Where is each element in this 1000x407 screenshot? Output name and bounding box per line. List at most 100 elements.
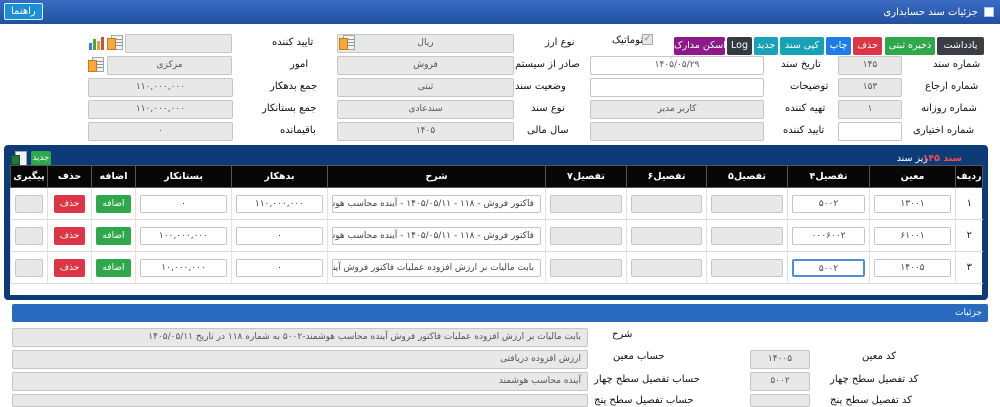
doctype-field[interactable]: سندعادی: [337, 100, 514, 119]
debit-input[interactable]: ۰: [236, 258, 323, 277]
help-button[interactable]: راهنما: [4, 3, 43, 20]
automatic-label: اتوماتیک: [612, 35, 646, 46]
t5-acc-field: [12, 394, 588, 407]
t4-code-field: ۵۰۰۲: [750, 372, 810, 391]
debit-input[interactable]: ۱۱۰,۰۰۰,۰۰۰: [236, 194, 323, 213]
window-title: جزئیات سند حسابداری: [883, 6, 978, 18]
t7-input[interactable]: [550, 194, 622, 213]
subdoc-panel: ریز سند سند ۱۴۵ جدید ردیف معین تفصیل۴ تف…: [4, 145, 988, 300]
copy-doc-button[interactable]: کپی سند: [780, 37, 824, 55]
col-t6-header: تفصیل۶: [626, 165, 707, 188]
col-credit-header: بستانکار: [135, 165, 232, 188]
details-sharh-label: شرح: [612, 329, 633, 340]
row-number: ۱: [955, 187, 983, 220]
col-moein-header: معین: [869, 165, 956, 188]
details-header: جزئیات: [12, 304, 988, 322]
delete-button[interactable]: حذف: [853, 37, 882, 55]
debit-input[interactable]: ۰: [236, 226, 323, 245]
t5-input[interactable]: [711, 194, 783, 213]
t6-input[interactable]: [631, 226, 702, 245]
credit-input[interactable]: ۱۰۰,۰۰۰,۰۰۰: [140, 226, 227, 245]
delete-row-button[interactable]: حذف: [53, 226, 86, 245]
status-field: ثبتی: [337, 78, 514, 97]
lookup-icon[interactable]: [88, 57, 106, 74]
affairs-label: امور: [290, 59, 309, 70]
delete-row-button[interactable]: حذف: [53, 258, 86, 277]
approver-label: تایید کننده: [783, 125, 825, 136]
moein-code-field: ۱۴۰۰۵: [750, 350, 810, 369]
daily-no-field[interactable]: ۱: [838, 100, 902, 119]
add-row-button[interactable]: اضافه: [96, 226, 131, 245]
followup-input[interactable]: [15, 258, 43, 277]
t5-code-label: کد تفصیل سطح پنج: [830, 395, 912, 406]
ref-no-label: شماره ارجاع: [925, 81, 979, 92]
automatic-checkbox[interactable]: ✓: [642, 34, 653, 45]
grid-container: ردیف معین تفصیل۴ تفصیل۵ تفصیل۶ تفصیل۷ شر…: [10, 165, 983, 295]
col-desc-header: شرح: [327, 165, 546, 188]
approver-field: [590, 122, 764, 141]
col-t5-header: تفصیل۵: [706, 165, 788, 188]
print-button[interactable]: چاپ: [826, 37, 851, 55]
t6-input[interactable]: [631, 258, 702, 277]
fiscal-label: سال مالی: [527, 125, 569, 136]
t4-code-label: کد تفصیل سطح چهار: [830, 374, 919, 385]
chart-report-icon[interactable]: [88, 34, 106, 51]
new-button[interactable]: جدید: [754, 37, 778, 55]
fiscal-field[interactable]: ۱۴۰۵: [337, 122, 514, 141]
debit-total-label: جمع بدهکار: [270, 81, 318, 92]
row-number: ۲: [955, 219, 983, 252]
save-final-button[interactable]: ذخیره ثبتی: [885, 37, 935, 55]
t4-input[interactable]: ۰۰۰۶۰۰۲: [792, 226, 865, 245]
table-row: ۱ ۱۳۰۰۱ ۵۰۰۲ فاکتور فروش - ۱۱۸ - ۱۴۰۵/۰۵…: [10, 187, 983, 220]
t7-input[interactable]: [550, 226, 622, 245]
affairs-field[interactable]: مرکزی: [107, 56, 232, 75]
add-row-button[interactable]: اضافه: [96, 194, 131, 213]
t6-input[interactable]: [631, 194, 702, 213]
lookup-icon[interactable]: [107, 35, 125, 52]
moein-input[interactable]: ۱۴۰۰۵: [874, 258, 951, 277]
add-row-button[interactable]: اضافه: [96, 258, 131, 277]
t5-input[interactable]: [711, 258, 783, 277]
credit-input[interactable]: ۱۰,۰۰۰,۰۰۰: [140, 258, 227, 277]
currency-label: نوع ارز: [545, 37, 575, 48]
lookup-icon[interactable]: [339, 35, 357, 52]
followup-input[interactable]: [15, 226, 43, 245]
remain-field: ۰: [88, 122, 233, 141]
col-delete-header: حذف: [47, 165, 92, 188]
delete-row-button[interactable]: حذف: [53, 194, 86, 213]
optional-no-label: شماره اختیاری: [913, 125, 975, 136]
issued-label: صادر از سیستم: [515, 59, 580, 70]
t4-acc-label: حساب تفصیل سطح چهار: [594, 374, 700, 385]
desc-input[interactable]: فاکتور فروش - ۱۱۸ - ۱۴۰۵/۰۵/۱۱ - آینده م…: [332, 194, 541, 213]
followup-input[interactable]: [15, 194, 43, 213]
scan-documents-button[interactable]: اسکن مدارک: [674, 37, 726, 55]
moein-input[interactable]: ۶۱۰۰۱: [874, 226, 951, 245]
t7-input[interactable]: [550, 258, 622, 277]
currency-field[interactable]: ریال: [337, 34, 514, 53]
credit-total-label: جمع بستانکار: [262, 103, 317, 114]
preparer-field: کاربر مدیر: [590, 100, 764, 119]
desc-label: توضیحات: [790, 81, 829, 92]
t5-input[interactable]: [711, 226, 783, 245]
col-debit-header: بدهکار: [231, 165, 328, 188]
doc-date-input[interactable]: ۱۴۰۵/۰۵/۲۹: [590, 56, 764, 75]
approver2-field: [125, 34, 232, 53]
t4-input[interactable]: ۵۰۰۲: [792, 194, 865, 213]
col-t4-header: تفصیل۴: [787, 165, 870, 188]
table-row: ۳ ۱۴۰۰۵ ۵۰۰۲ بابت مالیات بر ارزش افزوده …: [10, 251, 983, 284]
entries-table: ردیف معین تفصیل۴ تفصیل۵ تفصیل۶ تفصیل۷ شر…: [10, 165, 983, 284]
desc-input[interactable]: بابت مالیات بر ارزش افزوده عملیات فاکتور…: [332, 258, 541, 277]
remark-button[interactable]: یادداشت: [937, 37, 984, 55]
ref-no-field[interactable]: ۱۵۳: [838, 78, 902, 97]
log-button[interactable]: Log: [727, 37, 752, 55]
t4-input[interactable]: ۵۰۰۲: [792, 258, 865, 277]
desc-input[interactable]: [590, 78, 764, 97]
moein-code-label: کد معین: [862, 351, 896, 362]
moein-input[interactable]: ۱۳۰۰۱: [874, 194, 951, 213]
t4-acc-field: آینده محاسب هوشمند: [12, 372, 588, 391]
optional-no-input[interactable]: [838, 122, 902, 141]
doc-no-field[interactable]: ۱۴۵: [838, 56, 902, 75]
credit-input[interactable]: ۰: [140, 194, 227, 213]
desc-input[interactable]: فاکتور فروش - ۱۱۸ - ۱۴۰۵/۰۵/۱۱ - آینده م…: [332, 226, 541, 245]
subdoc-new-button[interactable]: جدید: [31, 151, 51, 166]
